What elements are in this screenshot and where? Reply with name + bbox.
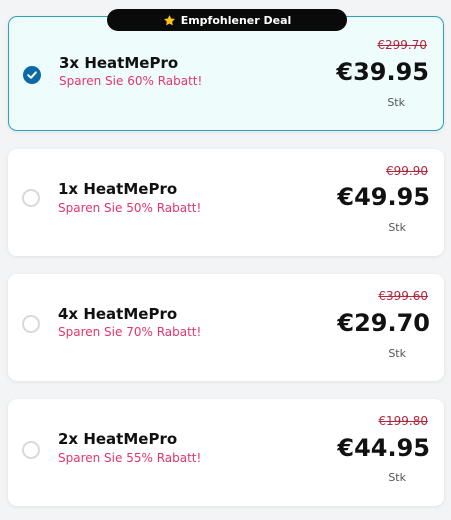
offer-old-price: €99.90 [386,164,428,178]
offer-card-1x[interactable]: 1x HeatMePro Sparen Sie 50% Rabatt! €99.… [8,149,444,256]
offer-card-4x[interactable]: 4x HeatMePro Sparen Sie 70% Rabatt! €399… [8,274,444,381]
offer-price: €44.95 [337,434,430,462]
offer-old-price: €299.70 [377,38,427,52]
offer-card-3x[interactable]: 3x HeatMePro Sparen Sie 60% Rabatt! €299… [8,16,444,131]
recommended-deal-badge: Empfohlener Deal [107,9,347,31]
checkmark-icon [27,71,37,79]
offer-unit: Stk [388,471,406,484]
offer-savings: Sparen Sie 50% Rabatt! [58,201,202,215]
offer-old-price: €399.60 [378,289,428,303]
offer-unit: Stk [388,221,406,234]
offer-title: 3x HeatMePro [59,54,179,72]
offer-price: €39.95 [336,58,429,86]
offer-title: 1x HeatMePro [58,180,178,198]
offer-savings: Sparen Sie 55% Rabatt! [58,451,202,465]
offer-title: 2x HeatMePro [58,430,178,448]
offer-price: €29.70 [337,309,430,337]
offer-old-price: €199.80 [378,414,428,428]
radio-unselected[interactable] [22,441,40,459]
offer-savings: Sparen Sie 60% Rabatt! [59,74,203,88]
radio-unselected[interactable] [22,315,40,333]
badge-label: Empfohlener Deal [180,13,292,27]
radio-unselected[interactable] [22,189,40,207]
star-icon [163,14,175,25]
offer-card-2x[interactable]: 2x HeatMePro Sparen Sie 55% Rabatt! €199… [8,399,444,506]
radio-selected[interactable] [23,66,41,84]
offer-price: €49.95 [337,183,430,211]
offer-title: 4x HeatMePro [58,305,178,323]
offer-unit: Stk [387,96,405,109]
offer-unit: Stk [388,347,406,360]
offer-savings: Sparen Sie 70% Rabatt! [58,325,202,339]
